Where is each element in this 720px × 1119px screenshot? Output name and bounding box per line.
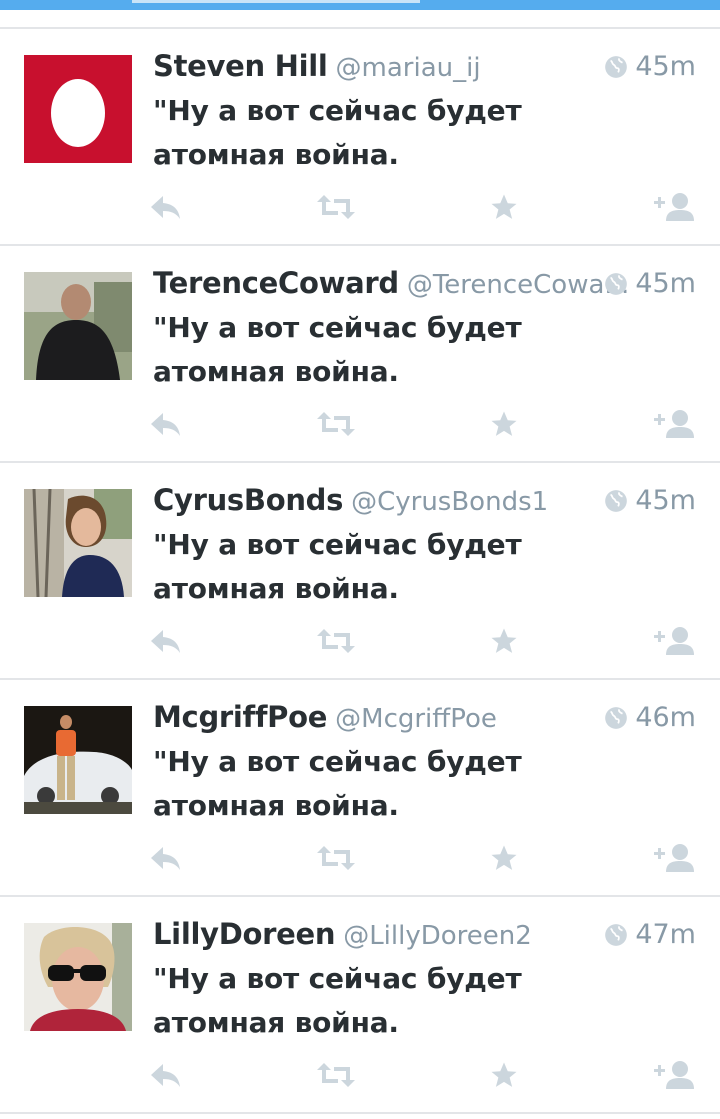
timestamp: 46m [603,702,696,733]
globe-icon [605,489,628,512]
user-handle[interactable]: @McgriffPoe [335,704,497,734]
favorite-button[interactable] [480,838,528,878]
tweet-text: "Ну а вот сейчас будет атомная война. [153,745,522,822]
follow-button[interactable] [650,838,698,878]
retweet-button[interactable] [312,838,360,878]
favorite-icon [491,1062,517,1087]
follow-button[interactable] [650,1055,698,1095]
tab-indicator [132,0,420,3]
reply-icon [151,413,180,436]
favorite-icon [491,194,517,219]
tweet-actions [0,838,720,878]
avatar[interactable] [24,923,132,1031]
follow-button[interactable] [650,404,698,444]
reply-button[interactable] [142,621,190,661]
follow-icon [654,844,694,872]
tweet-item[interactable]: Steven Hill @mariau_ij 45m "Ну а вот сейч… [0,29,720,246]
user-handle[interactable]: @LillyDoreen2 [343,921,532,951]
tweet-item[interactable]: TerenceCoward @TerenceCowa... 45m "Ну а в… [0,246,720,463]
favorite-icon [491,411,517,436]
tweet-text: "Ну а вот сейчас будет атомная война. [153,94,522,171]
timestamp: 45m [603,51,696,82]
user-name[interactable]: CyrusBonds @CyrusBonds1 [153,483,548,517]
user-name[interactable]: Steven Hill @mariau_ij [153,49,481,83]
favorite-button[interactable] [480,404,528,444]
timestamp: 45m [603,485,696,516]
user-handle[interactable]: @TerenceCowa... [407,270,629,300]
follow-icon [654,1061,694,1089]
tweet-item[interactable]: LillyDoreen @LillyDoreen2 47m "Ну а вот с… [0,897,720,1114]
reply-button[interactable] [142,404,190,444]
tweet-actions [0,1055,720,1095]
top-app-bar [0,0,720,10]
tweet-actions [0,404,720,444]
reply-icon [151,847,180,870]
timestamp: 45m [603,268,696,299]
globe-icon [605,923,628,946]
favorite-icon [491,845,517,870]
retweet-icon [317,195,355,219]
avatar[interactable] [24,706,132,814]
avatar[interactable] [24,55,132,163]
retweet-button[interactable] [312,1055,360,1095]
retweet-button[interactable] [312,621,360,661]
timestamp: 47m [603,919,696,950]
reply-button[interactable] [142,838,190,878]
globe-icon [605,706,628,729]
follow-icon [654,193,694,221]
favorite-button[interactable] [480,621,528,661]
user-name[interactable]: LillyDoreen @LillyDoreen2 [153,917,532,951]
retweet-button[interactable] [312,404,360,444]
reply-icon [151,196,180,219]
favorite-icon [491,628,517,653]
avatar[interactable] [24,489,132,597]
avatar[interactable] [24,272,132,380]
retweet-button[interactable] [312,187,360,227]
user-handle[interactable]: @mariau_ij [336,53,481,83]
tweet-actions [0,187,720,227]
tweet-text: "Ну а вот сейчас будет атомная война. [153,311,522,388]
globe-icon [605,55,628,78]
reply-button[interactable] [142,187,190,227]
tweet-text: "Ну а вот сейчас будет атомная война. [153,962,522,1039]
user-handle[interactable]: @CyrusBonds1 [351,487,548,517]
reply-icon [151,630,180,653]
reply-button[interactable] [142,1055,190,1095]
tweet-item[interactable]: CyrusBonds @CyrusBonds1 45m "Ну а вот сей… [0,463,720,680]
favorite-button[interactable] [480,1055,528,1095]
retweet-icon [317,629,355,653]
retweet-icon [317,1063,355,1087]
globe-icon [605,272,628,295]
tweet-text: "Ну а вот сейчас будет атомная война. [153,528,522,605]
retweet-icon [317,412,355,436]
retweet-icon [317,846,355,870]
follow-button[interactable] [650,187,698,227]
timeline[interactable]: Steven Hill @mariau_ij 45m "Ну а вот сейч… [0,29,720,1114]
user-name[interactable]: McgriffPoe @McgriffPoe [153,700,497,734]
user-name[interactable]: TerenceCoward @TerenceCowa... [153,266,629,300]
tweet-item[interactable]: McgriffPoe @McgriffPoe 46m "Ну а вот сейч… [0,680,720,897]
follow-icon [654,627,694,655]
follow-button[interactable] [650,621,698,661]
favorite-button[interactable] [480,187,528,227]
follow-icon [654,410,694,438]
tweet-actions [0,621,720,661]
reply-icon [151,1064,180,1087]
